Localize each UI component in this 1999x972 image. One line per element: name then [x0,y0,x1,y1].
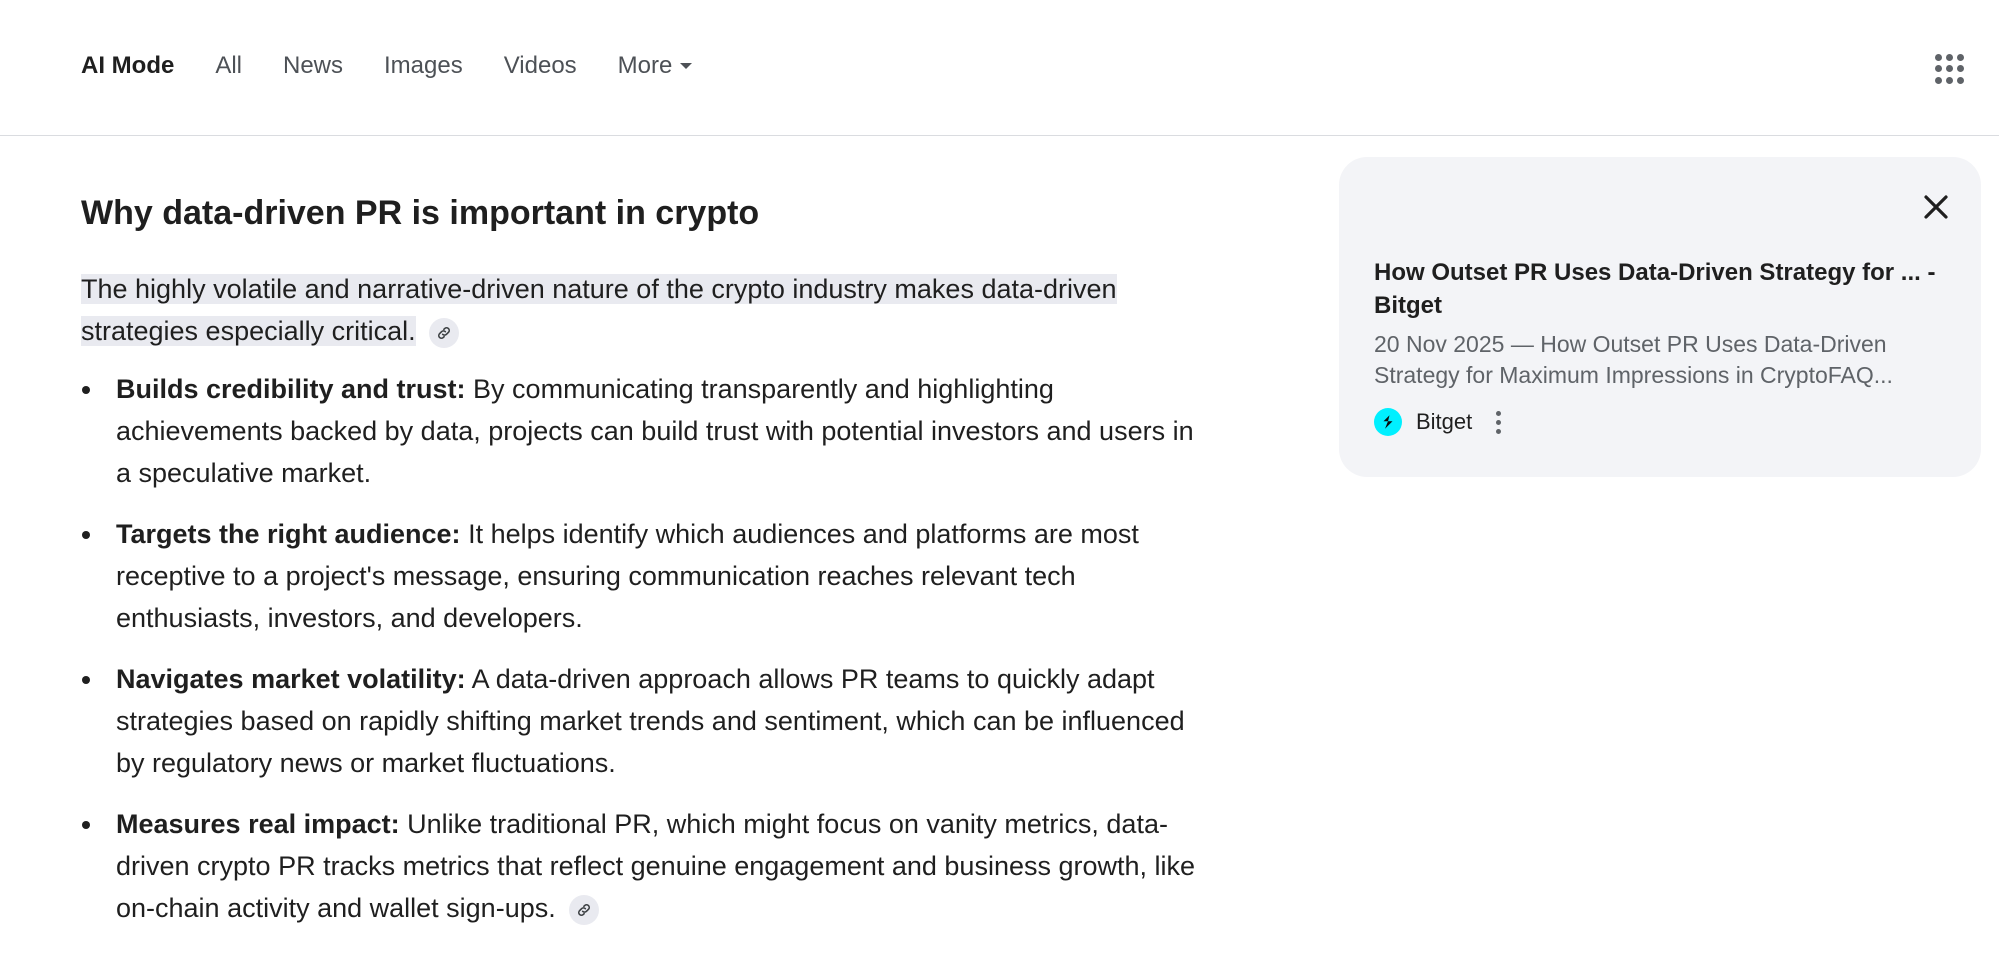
list-item: Builds credibility and trust: By communi… [82,368,1211,494]
more-vert-icon[interactable] [1496,409,1502,436]
source-card: How Outset PR Uses Data-Driven Strategy … [1339,157,1981,477]
bullet-title: Navigates market volatility: [116,664,466,694]
source-snippet: 20 Nov 2025 — How Outset PR Uses Data-Dr… [1374,331,1893,388]
bullet-title: Builds credibility and trust: [116,374,466,404]
source-attribution: Bitget [1374,408,1502,436]
tab-more-label: More [617,52,673,79]
list-item: Targets the right audience: It helps ide… [82,513,1211,639]
intro-text[interactable]: The highly volatile and narrative-driven… [81,274,1117,346]
tab-more[interactable]: More [618,52,693,80]
answer-heading: Why data-driven PR is important in crypt… [81,194,760,232]
close-icon[interactable] [1916,187,1956,227]
list-item: Navigates market volatility: A data-driv… [82,658,1211,784]
tab-all[interactable]: All [215,52,242,80]
link-icon[interactable] [569,894,600,925]
tab-images[interactable]: Images [384,52,463,80]
top-navigation-bar: AI Mode All News Images Videos More [0,0,1999,136]
bullet-title: Targets the right audience: [116,519,461,549]
list-item: Measures real impact: Unlike traditional… [82,803,1211,929]
apps-grid-icon[interactable] [1935,54,1965,84]
bullet-title: Measures real impact: [116,809,400,839]
tab-videos[interactable]: Videos [504,52,577,80]
answer-bullets: Builds credibility and trust: By communi… [81,368,1211,929]
ai-answer: Why data-driven PR is important in crypt… [81,188,1211,948]
link-icon[interactable] [429,317,460,348]
tab-ai-mode[interactable]: AI Mode [81,52,174,80]
source-title-link[interactable]: How Outset PR Uses Data-Driven Strategy … [1374,256,1954,322]
search-tabs: AI Mode All News Images Videos More [81,52,733,80]
caret-down-icon [680,63,693,69]
bitget-favicon [1374,408,1402,436]
answer-intro: The highly volatile and narrative-driven… [81,268,1211,352]
tab-news[interactable]: News [283,52,343,80]
source-name[interactable]: Bitget [1416,409,1472,435]
